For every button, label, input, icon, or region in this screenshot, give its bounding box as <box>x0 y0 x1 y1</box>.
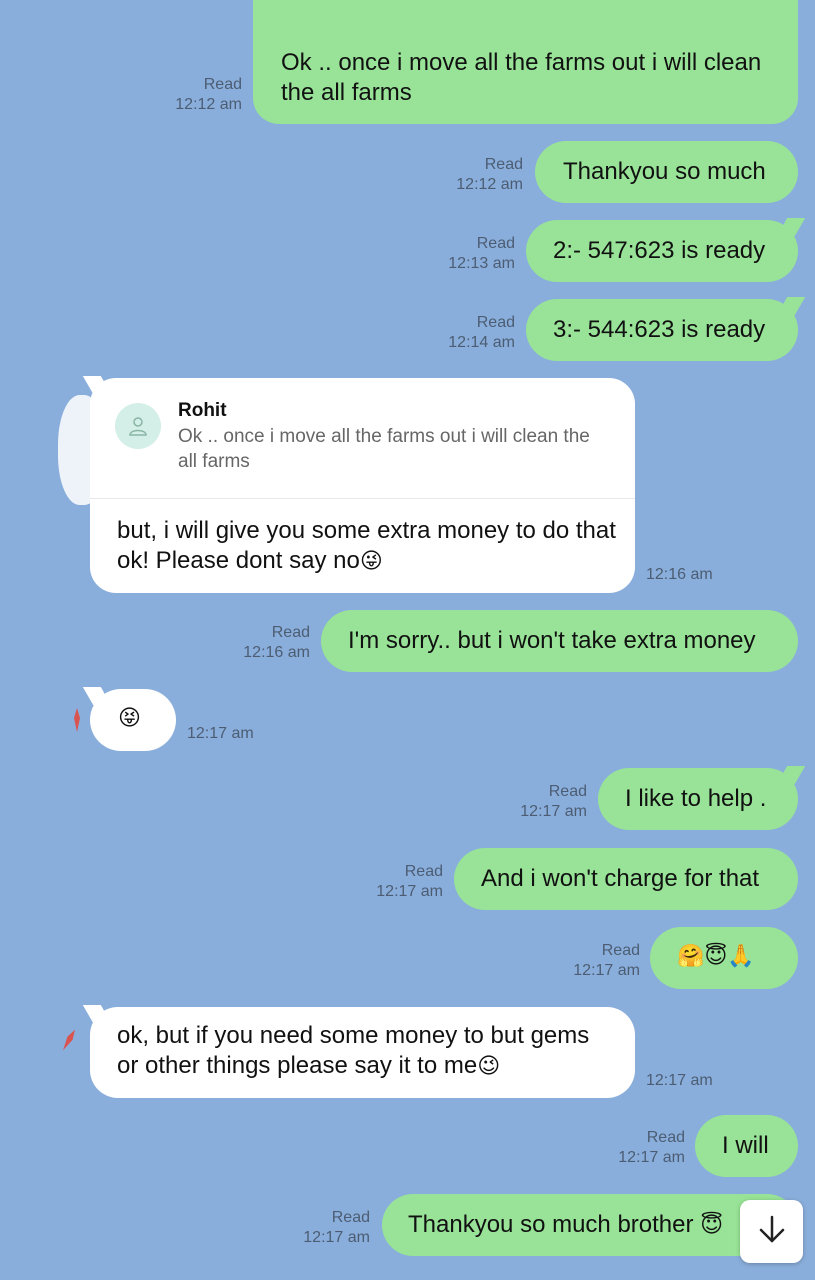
message-time: 12:17 am <box>573 962 640 979</box>
message-bubble-incoming[interactable]: ok, but if you need some money to but ge… <box>90 1007 635 1098</box>
message-bubble-incoming[interactable]: Rohit Ok .. once i move all the farms ou… <box>90 378 635 593</box>
emoji: 😉 <box>477 1054 501 1079</box>
emoji: 😇 <box>700 1213 724 1238</box>
read-status: Read <box>548 783 587 800</box>
message-bubble-outgoing[interactable]: Thankyou so much brother 😇 <box>382 1194 798 1256</box>
message-bubble-outgoing[interactable]: I like to help . <box>598 768 798 830</box>
reply-quote[interactable]: Rohit Ok .. once i move all the farms ou… <box>90 378 635 499</box>
message-bubble-outgoing[interactable]: I will <box>695 1115 798 1177</box>
message-text: 2:- 547:623 is ready <box>553 237 766 264</box>
message-time: 12:17 am <box>646 1072 713 1089</box>
read-status: Read <box>203 76 242 93</box>
message-time: 12:17 am <box>618 1149 685 1166</box>
emoji: 🤗😇🙏 <box>677 944 755 969</box>
read-status: Read <box>646 1129 685 1146</box>
message-time: 12:17 am <box>187 725 254 742</box>
message-time: 12:17 am <box>303 1229 370 1246</box>
contact-avatar-icon <box>59 1027 80 1053</box>
message-meta: Read 12:17 am <box>492 782 587 822</box>
message-text: Ok .. once i move all the farms out i wi… <box>281 49 762 106</box>
message-time: 12:14 am <box>448 334 515 351</box>
message-meta: Read 12:17 am <box>348 862 443 902</box>
message-bubble-outgoing[interactable]: 🤗😇🙏 <box>650 927 798 989</box>
message-time: 12:17 am <box>376 883 443 900</box>
person-icon <box>115 403 161 449</box>
reply-sender-name: Rohit <box>178 400 227 421</box>
message-time: 12:12 am <box>175 96 242 113</box>
message-meta: Read 12:17 am <box>590 1128 685 1168</box>
emoji: 😝 <box>118 706 141 731</box>
read-status: Read <box>271 624 310 641</box>
message-time: 12:17 am <box>520 803 587 820</box>
message-text: ok, but if you need some money to but ge… <box>117 1022 590 1079</box>
message-text: Thankyou so much brother <box>408 1211 694 1238</box>
emoji: 😜 <box>359 549 383 574</box>
message-time: 12:13 am <box>448 255 515 272</box>
reply-quoted-text: Ok .. once i move all the farms out i wi… <box>178 426 590 472</box>
read-status: Read <box>476 314 515 331</box>
read-status: Read <box>601 942 640 959</box>
message-bubble-outgoing[interactable]: Ok .. once i move all the farms out i wi… <box>253 0 798 124</box>
read-status: Read <box>476 235 515 252</box>
message-meta: Read 12:17 am <box>545 941 640 981</box>
message-meta: Read 12:12 am <box>150 75 242 115</box>
message-meta: Read 12:17 am <box>275 1208 370 1248</box>
message-bubble-outgoing[interactable]: 2:- 547:623 is ready <box>526 220 798 282</box>
read-status: Read <box>404 863 443 880</box>
message-time: 12:12 am <box>456 176 523 193</box>
read-status: Read <box>484 156 523 173</box>
message-bubble-outgoing[interactable]: I'm sorry.. but i won't take extra money <box>321 610 798 672</box>
message-bubble-outgoing[interactable]: And i won't charge for that <box>454 848 798 910</box>
arrow-down-icon <box>757 1214 787 1249</box>
message-text: I like to help . <box>625 785 767 812</box>
read-status: Read <box>331 1209 370 1226</box>
message-text: I will <box>722 1132 769 1159</box>
message-bubble-outgoing[interactable]: 3:- 544:623 is ready <box>526 299 798 361</box>
contact-avatar-icon <box>72 708 82 732</box>
message-meta: Read 12:16 am <box>215 623 310 663</box>
chat-area[interactable]: Ok .. once i move all the farms out i wi… <box>0 0 815 1280</box>
message-meta: Read 12:14 am <box>420 313 515 353</box>
scroll-to-bottom-button[interactable] <box>740 1200 803 1263</box>
message-time: 12:16 am <box>243 644 310 661</box>
message-text: Thankyou so much <box>563 158 766 185</box>
message-meta: Read 12:12 am <box>430 155 523 195</box>
message-meta: Read 12:13 am <box>420 234 515 274</box>
message-time: 12:16 am <box>646 566 713 583</box>
message-text: I'm sorry.. but i won't take extra money <box>348 627 756 654</box>
message-text: And i won't charge for that <box>481 865 760 892</box>
message-text: 3:- 544:623 is ready <box>553 316 766 343</box>
message-bubble-outgoing[interactable]: Thankyou so much <box>535 141 798 203</box>
